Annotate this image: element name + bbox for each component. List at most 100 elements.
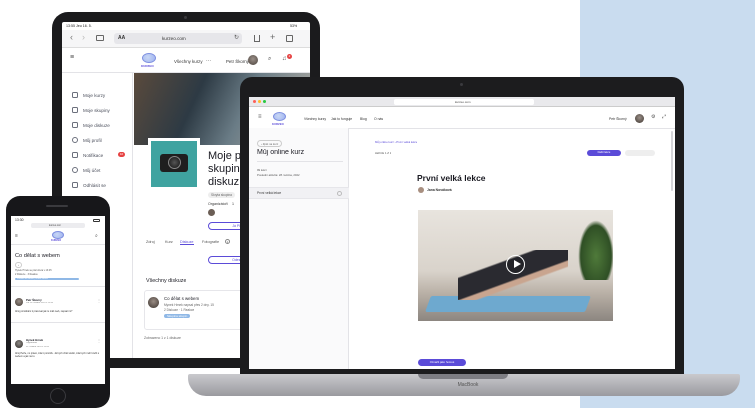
discussion-avatar <box>148 297 159 308</box>
nav-all-courses[interactable]: Všechny kurzy <box>174 59 203 64</box>
group-title-line1: Moje p <box>208 150 242 162</box>
kurzeo-logo[interactable] <box>52 231 64 239</box>
laptop-notch <box>418 374 508 379</box>
kurzeo-logo[interactable] <box>273 112 286 121</box>
comment-date: Pát 24. května 2024 v 13:59 <box>26 302 54 304</box>
sidebar-item-label: Můj účet <box>83 167 101 173</box>
discussion-title[interactable]: Co dělat s webem <box>164 296 199 301</box>
forward-arrow-icon[interactable]: › <box>82 32 85 42</box>
sidebar-item-logout[interactable]: Odhlásit se <box>72 182 106 188</box>
courses-icon <box>72 92 78 98</box>
lesson-video[interactable] <box>418 210 613 321</box>
tablet-url: kurzeo.com <box>162 35 186 41</box>
scrollbar[interactable] <box>671 131 673 191</box>
laptop-device: kurzeo.com ≡ KURZEO Všechny kurzy Jak to… <box>240 77 684 377</box>
comment-avatar <box>15 340 23 348</box>
organizer-avatar <box>208 209 215 216</box>
sidebar-item-label: Moje kurzy <box>83 92 106 98</box>
laptop-camera <box>460 83 463 86</box>
author-name: Jana Nováková <box>427 188 452 192</box>
lesson-list-label: První velká lekce <box>257 191 282 195</box>
sidebar-item-groups[interactable]: Moje skupiny <box>72 107 110 113</box>
sidebar-item-label: Moje skupiny <box>83 107 110 113</box>
camera-lens-icon <box>168 156 181 169</box>
kurzeo-logo-text: KURZEO <box>272 122 284 126</box>
next-lesson-button[interactable]: Další lekce <box>587 150 621 156</box>
discussion-stats: 2 Diskuze · 1 Reakce <box>164 308 195 312</box>
discussion-title: Co dělat s webem <box>15 253 60 259</box>
group-title-line3: diskuz <box>208 176 240 188</box>
bell-icon[interactable]: ♫ <box>282 56 287 62</box>
nav-about[interactable]: O nás <box>374 117 383 121</box>
text-size-button[interactable]: AA <box>118 35 125 41</box>
sidebar-divider <box>132 72 133 358</box>
back-arrow-icon[interactable]: ‹ <box>70 32 73 42</box>
secondary-toggle[interactable] <box>625 150 655 156</box>
mark-complete-button[interactable]: Označit jako hotové <box>418 359 466 366</box>
tabs-icon[interactable] <box>286 35 293 42</box>
kurzeo-logo[interactable] <box>142 53 156 63</box>
tablet-status-battery: 53% <box>290 24 298 28</box>
notification-badge: 2 <box>287 54 292 59</box>
lesson-title: První velká lekce <box>417 173 486 183</box>
header-divider <box>11 244 105 245</box>
gear-icon <box>72 167 78 173</box>
tab-source[interactable]: Zdroj <box>146 240 155 244</box>
book-icon[interactable] <box>96 35 104 41</box>
breadcrumb[interactable]: Můj online kurz › První velká lekce <box>375 140 417 144</box>
kurzeo-logo-text: KURZEO <box>51 239 62 242</box>
phone-home-button[interactable] <box>50 388 66 404</box>
user-avatar[interactable] <box>635 114 644 123</box>
tab-badge: 1 <box>225 239 230 244</box>
sidebar-item-notifications[interactable]: Notifikace <box>72 152 103 158</box>
back-chip[interactable]: ‹ <box>15 262 22 268</box>
menu-icon[interactable]: ≡ <box>70 54 74 61</box>
settings-icon[interactable]: ⚙ <box>651 114 655 120</box>
search-icon[interactable]: ⌕ <box>95 233 98 239</box>
nav-blog[interactable]: Blog <box>360 117 367 121</box>
discussion-meta: Mynek Hrnek napsal přes 2 dny. 15 <box>164 303 214 307</box>
laptop-url: kurzeo.com <box>455 100 471 104</box>
nav-all-courses[interactable]: Všechny kurzy <box>304 117 326 121</box>
section-divider <box>11 322 105 323</box>
group-privacy-tag: Skryta skupina <box>208 192 235 198</box>
comment-more-icon[interactable]: ⋮ <box>97 298 101 303</box>
sidebar-item-label: Odhlásit se <box>83 182 106 188</box>
group-title-line2: skupin <box>208 163 240 175</box>
nav-how-it-works[interactable]: Jak to funguje <box>331 117 352 121</box>
macbook-label: MacBook <box>457 382 479 388</box>
organizers-count: 1 <box>232 202 234 206</box>
nav-more[interactable]: ··· <box>206 58 211 64</box>
tablet-status-time: 13:55 Jeu 16. 5. <box>66 24 92 28</box>
phone-device: 13:30 kurzeo.com ≡ KURZEO ⌕ Co dělat s w… <box>6 196 110 408</box>
discussion-footer: Zobrazeno 1 z 1 diskuze <box>144 336 181 340</box>
laptop-screen: kurzeo.com ≡ KURZEO Všechny kurzy Jak to… <box>249 97 675 369</box>
menu-icon[interactable]: ≡ <box>15 233 18 239</box>
sidebar-item-label: Notifikace <box>83 152 104 158</box>
expand-icon[interactable]: ⤢ <box>662 114 666 120</box>
sidebar-item-label: Můj profil <box>83 137 102 143</box>
back-to-course-button[interactable]: ‹ Zpět na kurz <box>257 140 283 147</box>
tab-discussion[interactable]: Diskuze <box>180 240 194 245</box>
tab-course[interactable]: Kurz <box>165 240 173 244</box>
menu-icon[interactable]: ≡ <box>258 114 262 120</box>
reload-icon[interactable]: ↻ <box>234 34 239 41</box>
search-icon[interactable]: ⌕ <box>268 56 271 63</box>
user-avatar[interactable] <box>248 55 258 65</box>
phone-speaker <box>46 205 68 207</box>
tab-photos[interactable]: Fotografie <box>202 240 219 244</box>
sidebar-item-profile[interactable]: Můj profil <box>72 137 102 143</box>
comment-avatar <box>15 298 23 306</box>
new-tab-icon[interactable]: + <box>270 32 275 42</box>
nav-user-name[interactable]: Petr Škorný <box>609 117 627 121</box>
sidebar-item-courses[interactable]: Moje kurzy <box>72 92 105 98</box>
sidebar-item-account[interactable]: Můj účet <box>72 167 100 173</box>
nav-user-name[interactable]: Petr Škorný <box>226 59 249 64</box>
profile-icon <box>72 137 78 143</box>
share-icon[interactable] <box>254 35 260 42</box>
comment-more-icon[interactable]: ⋮ <box>97 338 101 343</box>
course-last-activity: Poslední aktivita: 28. května, 2022 <box>257 173 300 177</box>
sidebar-item-discussions[interactable]: Moje diskuze <box>72 122 110 128</box>
phone-battery-icon <box>93 219 100 222</box>
tablet-home-button[interactable] <box>173 357 199 365</box>
